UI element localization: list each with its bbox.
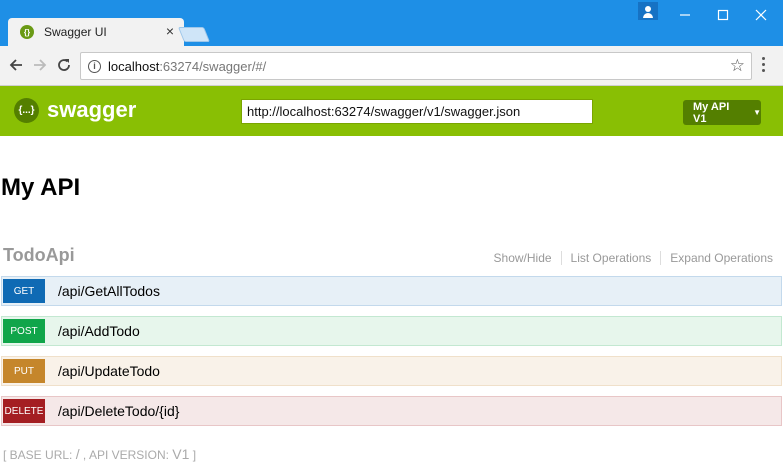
method-badge[interactable]: GET <box>3 279 45 303</box>
forward-icon[interactable] <box>30 55 50 75</box>
api-version-value: V1 <box>172 446 190 462</box>
resource-actions: Show/Hide List Operations Expand Operati… <box>494 251 773 265</box>
menu-icon[interactable] <box>760 57 766 72</box>
base-url-footer: [ BASE URL: / , API VERSION: V1 ] <box>3 446 197 462</box>
method-badge[interactable]: PUT <box>3 359 45 383</box>
caret-down-icon: ▼ <box>753 108 761 117</box>
user-icon[interactable] <box>638 2 658 20</box>
minimize-icon[interactable] <box>667 0 703 30</box>
spec-url-input[interactable]: http://localhost:63274/swagger/v1/swagge… <box>241 99 593 124</box>
list-operations-link[interactable]: List Operations <box>571 251 652 265</box>
url-host: localhost <box>108 58 160 74</box>
operation-path[interactable]: /api/DeleteTodo/{id} <box>58 403 179 419</box>
spec-select-label: My API V1 <box>693 100 730 125</box>
reload-icon[interactable] <box>54 55 74 75</box>
info-icon[interactable]: i <box>88 59 101 73</box>
operation-delete-todo[interactable]: DELETE /api/DeleteTodo/{id} <box>1 396 782 426</box>
operation-update-todo[interactable]: PUT /api/UpdateTodo <box>1 356 782 386</box>
swagger-logo-icon: {...} <box>14 98 39 123</box>
close-icon[interactable] <box>743 0 779 30</box>
method-badge[interactable]: POST <box>3 319 45 343</box>
expand-operations-link[interactable]: Expand Operations <box>670 251 773 265</box>
method-badge[interactable]: DELETE <box>3 399 45 423</box>
swagger-header: {...} swagger http://localhost:63274/swa… <box>0 86 783 136</box>
new-tab-button[interactable] <box>177 27 211 42</box>
show-hide-link[interactable]: Show/Hide <box>494 251 552 265</box>
operation-path[interactable]: /api/AddTodo <box>58 323 140 339</box>
browser-toolbar: i localhost :63274/swagger/#/ ☆ <box>0 46 783 86</box>
operation-path[interactable]: /api/GetAllTodos <box>58 283 160 299</box>
operation-path[interactable]: /api/UpdateTodo <box>58 363 160 379</box>
swagger-logo-text[interactable]: swagger <box>47 97 136 123</box>
operation-get-all-todos[interactable]: GET /api/GetAllTodos <box>1 276 782 306</box>
base-url-label: BASE URL <box>9 448 70 462</box>
resource-name[interactable]: TodoApi <box>3 245 75 266</box>
back-icon[interactable] <box>6 55 26 75</box>
spec-select[interactable]: My API V1 ▼ <box>683 100 761 125</box>
tab-title: Swagger UI <box>44 25 107 39</box>
browser-tab[interactable]: {} Swagger UI × <box>8 18 184 46</box>
browser-tab-strip: {} Swagger UI × <box>0 0 783 46</box>
api-version-label: API VERSION <box>88 448 166 462</box>
api-title: My API <box>1 174 81 201</box>
star-icon[interactable]: ☆ <box>730 56 745 76</box>
tab-close-icon[interactable]: × <box>166 24 174 38</box>
swagger-favicon-icon: {} <box>20 25 34 39</box>
maximize-icon[interactable] <box>705 0 741 30</box>
address-bar[interactable]: i localhost :63274/swagger/#/ ☆ <box>80 52 752 80</box>
operation-add-todo[interactable]: POST /api/AddTodo <box>1 316 782 346</box>
url-path: :63274/swagger/#/ <box>159 58 267 74</box>
base-url-value: / <box>75 446 80 462</box>
